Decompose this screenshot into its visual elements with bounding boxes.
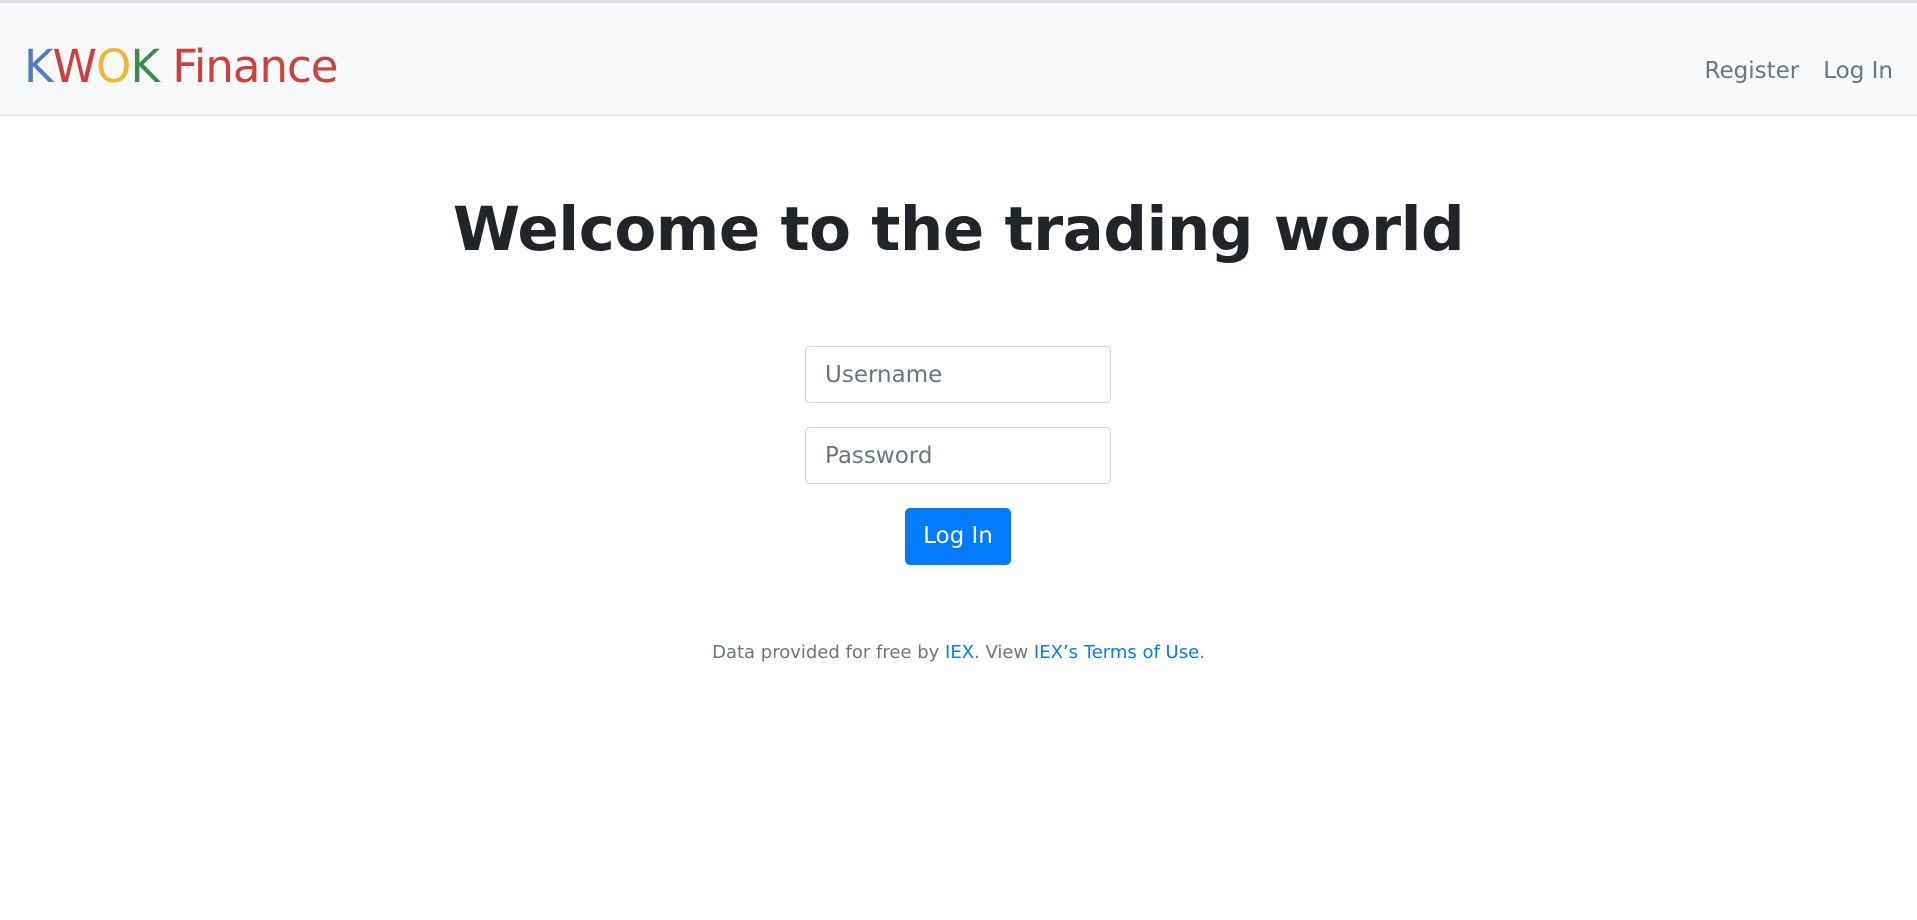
page-title: Welcome to the trading world [452, 194, 1465, 265]
login-button[interactable]: Log In [905, 508, 1011, 565]
password-input[interactable] [805, 427, 1111, 484]
brand-letter-k2: K [130, 40, 159, 93]
brand-word-finance: Finance [158, 40, 338, 93]
footer-text-middle: . View [974, 642, 1034, 663]
brand-letter-o: O [96, 40, 131, 93]
username-input[interactable] [805, 346, 1111, 403]
brand-letter-w: W [52, 40, 97, 93]
iex-terms-link[interactable]: IEX’s Terms of Use [1034, 642, 1199, 663]
brand-letter-k1: K [24, 40, 53, 93]
top-navbar: KWOK Finance Register Log In [0, 0, 1917, 116]
brand-logo-link[interactable]: KWOK Finance [24, 37, 338, 97]
register-link[interactable]: Register [1693, 53, 1812, 89]
iex-link[interactable]: IEX [945, 642, 974, 663]
nav-links: Register Log In [1693, 53, 1905, 89]
footer-text-before: Data provided for free by [712, 642, 946, 663]
footer-text-after: . [1199, 642, 1205, 663]
login-link[interactable]: Log In [1811, 53, 1905, 89]
footer-attribution: Data provided for free by IEX. View IEX’… [0, 640, 1917, 666]
